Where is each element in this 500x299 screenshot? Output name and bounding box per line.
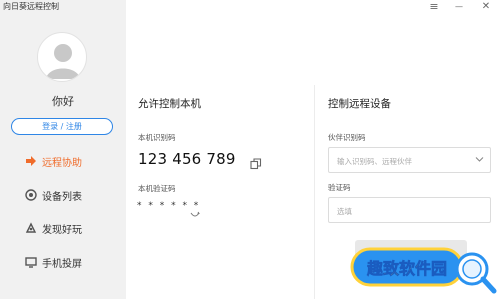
section-divider — [314, 85, 315, 299]
avatar[interactable] — [37, 32, 87, 82]
sidebar: 你好 登录 / 注册 远程协助 设备列表 发现好玩 手机投屏 — [0, 0, 126, 299]
sidebar-item-remote-assist[interactable]: 远程协助 — [24, 151, 82, 171]
svg-text:趣致软件园: 趣致软件园 — [366, 259, 447, 278]
login-register-button[interactable]: 登录 / 注册 — [11, 118, 113, 135]
sidebar-item-discover[interactable]: 发现好玩 — [24, 218, 82, 238]
chevron-down-icon[interactable] — [475, 156, 484, 163]
sidebar-item-label: 设备列表 — [42, 191, 82, 203]
close-icon[interactable]: ✕ — [478, 0, 494, 14]
verify-code-placeholder: 选填 — [337, 207, 352, 216]
partner-id-input[interactable]: 输入识别码、远程伙伴 — [328, 147, 491, 173]
device-list-icon — [24, 188, 38, 202]
user-avatar-icon — [46, 44, 80, 79]
verify-code-input-label: 验证码 — [328, 183, 351, 192]
sidebar-item-screen-cast[interactable]: 手机投屏 — [24, 252, 82, 272]
partner-id-label: 伙伴识别码 — [328, 133, 366, 142]
title-bar: 向日葵远程控制 ≡ — ✕ — [0, 0, 500, 16]
minimize-icon[interactable]: — — [451, 0, 467, 14]
copy-icon[interactable] — [250, 155, 262, 170]
device-id-label: 本机识别码 — [138, 133, 176, 142]
verify-code-input[interactable]: 选填 — [328, 197, 491, 223]
sidebar-item-label: 远程协助 — [42, 157, 82, 169]
sidebar-item-device-list[interactable]: 设备列表 — [24, 185, 82, 205]
app-title: 向日葵远程控制 — [3, 2, 59, 11]
allow-control-title: 允许控制本机 — [138, 98, 201, 110]
device-id-value: 123 456 789 — [138, 150, 236, 168]
greeting-text: 你好 — [52, 95, 74, 108]
screen-cast-icon — [24, 255, 38, 269]
partner-id-placeholder: 输入识别码、远程伙伴 — [337, 157, 412, 166]
control-remote-title: 控制远程设备 — [328, 98, 391, 110]
discover-icon — [24, 221, 38, 235]
menu-icon[interactable]: ≡ — [426, 0, 442, 14]
sidebar-item-label: 发现好玩 — [42, 224, 82, 236]
remote-assist-icon — [24, 154, 38, 168]
refresh-icon[interactable] — [190, 204, 200, 217]
verify-code-label: 本机验证码 — [138, 184, 176, 193]
site-watermark-logo: 趣致软件园 — [350, 247, 497, 294]
sidebar-item-label: 手机投屏 — [42, 258, 82, 270]
